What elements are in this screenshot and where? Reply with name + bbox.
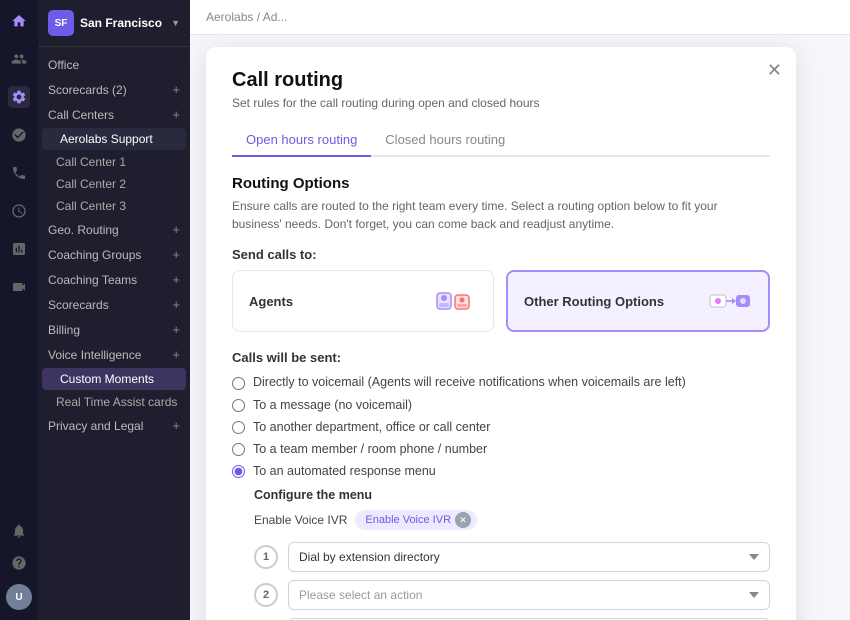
plus-icon: +	[172, 82, 180, 97]
menu-step-2: 2 Please select an action	[254, 580, 770, 610]
configure-menu-title: Configure the menu	[254, 488, 770, 502]
routing-options-title: Routing Options	[232, 175, 770, 192]
phone-icon[interactable]	[8, 162, 30, 184]
send-calls-label: Send calls to:	[232, 247, 770, 262]
question-icon[interactable]	[8, 552, 30, 574]
clock-icon[interactable]	[8, 200, 30, 222]
toggle-label: Enable Voice IVR	[254, 513, 347, 527]
chevron-down-icon: ▼	[171, 18, 180, 28]
sidebar-item-custom-moments[interactable]: Custom Moments	[42, 368, 186, 390]
toggle-x-button[interactable]: ✕	[455, 512, 471, 528]
close-button[interactable]: ✕	[767, 61, 782, 79]
radio-team-member[interactable]: To a team member / room phone / number	[232, 442, 770, 456]
sidebar-item-privacy-legal[interactable]: Privacy and Legal +	[38, 413, 190, 438]
sidebar-item-geo-routing[interactable]: Geo. Routing +	[38, 217, 190, 242]
routing-card-agents[interactable]: Agents	[232, 270, 494, 332]
radio-department[interactable]: To another department, office or call ce…	[232, 420, 770, 434]
settings-icon[interactable]	[8, 86, 30, 108]
modal-title: Call routing	[232, 69, 770, 92]
plus-icon: +	[172, 347, 180, 362]
sidebar-item-scorecards[interactable]: Scorecards (2) +	[38, 77, 190, 102]
sidebar-header[interactable]: SF San Francisco ▼	[38, 0, 190, 47]
sidebar-item-scorecards2[interactable]: Scorecards +	[38, 292, 190, 317]
plus-icon: +	[172, 418, 180, 433]
step-2-select[interactable]: Please select an action	[288, 580, 770, 610]
sidebar-item-real-time-assist[interactable]: Real Time Assist cards	[38, 391, 190, 413]
bell-icon[interactable]	[8, 520, 30, 542]
modal-subtitle: Set rules for the call routing during op…	[232, 96, 770, 110]
org-name: San Francisco	[80, 16, 165, 30]
sidebar-item-office[interactable]: Office	[38, 53, 190, 77]
home-icon[interactable]	[8, 10, 30, 32]
menu-step-1: 1 Dial by extension directory	[254, 542, 770, 572]
sidebar-item-call-center-2[interactable]: Call Center 2	[38, 173, 190, 195]
chart-icon[interactable]	[8, 238, 30, 260]
other-routing-illustration	[708, 287, 752, 315]
sidebar-item-call-center-1[interactable]: Call Center 1	[38, 151, 190, 173]
video-icon[interactable]	[8, 276, 30, 298]
toggle-pill[interactable]: Enable Voice IVR ✕	[355, 510, 477, 530]
plus-icon: +	[172, 297, 180, 312]
sidebar-item-call-centers[interactable]: Call Centers +	[38, 102, 190, 127]
plus-icon: +	[172, 107, 180, 122]
sidebar-item-voice-intelligence[interactable]: Voice Intelligence +	[38, 342, 190, 367]
radio-voicemail[interactable]: Directly to voicemail (Agents will recei…	[232, 375, 770, 390]
team-icon[interactable]	[8, 124, 30, 146]
sidebar-item-coaching-teams[interactable]: Coaching Teams +	[38, 267, 190, 292]
plus-icon: +	[172, 272, 180, 287]
radio-automated[interactable]: To an automated response menu	[232, 464, 770, 478]
sidebar-item-call-center-3[interactable]: Call Center 3	[38, 195, 190, 217]
routing-options-desc: Ensure calls are routed to the right tea…	[232, 197, 770, 233]
plus-icon: +	[172, 322, 180, 337]
modal-box: ✕ Call routing Set rules for the call ro…	[206, 47, 796, 620]
agents-illustration	[429, 285, 477, 317]
sidebar-item-billing[interactable]: Billing +	[38, 317, 190, 342]
routing-card-other[interactable]: Other Routing Options	[506, 270, 770, 332]
sidebar-item-aerolabs-support[interactable]: Aerolabs Support	[42, 128, 186, 150]
plus-icon: +	[172, 247, 180, 262]
org-avatar: SF	[48, 10, 74, 36]
tab-open-hours[interactable]: Open hours routing	[232, 124, 371, 157]
calls-will-be-sent-label: Calls will be sent:	[232, 350, 770, 365]
plus-icon: +	[172, 222, 180, 237]
user-avatar[interactable]: U	[6, 584, 32, 610]
people-icon[interactable]	[8, 48, 30, 70]
breadcrumb: Aerolabs / Ad...	[190, 0, 850, 35]
tabs-bar: Open hours routing Closed hours routing	[232, 124, 770, 157]
tab-closed-hours[interactable]: Closed hours routing	[371, 124, 519, 155]
step-1-select[interactable]: Dial by extension directory	[288, 542, 770, 572]
radio-message[interactable]: To a message (no voicemail)	[232, 398, 770, 412]
sidebar-item-coaching-groups[interactable]: Coaching Groups +	[38, 242, 190, 267]
